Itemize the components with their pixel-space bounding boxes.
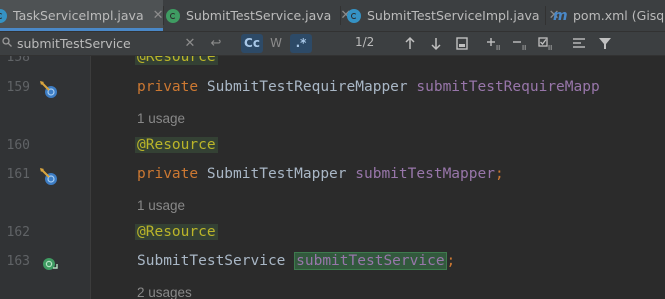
- code-line: 162 @Resource: [0, 220, 665, 249]
- search-icon: [2, 37, 12, 47]
- annotation: @Resource: [135, 224, 218, 240]
- maven-icon: m: [553, 7, 568, 24]
- usage-hint[interactable]: 2 usages: [137, 285, 192, 299]
- code-line: 159 private SubmitTestRequireMapper subm…: [0, 75, 665, 104]
- java-interface-icon: [166, 8, 180, 23]
- code-line: 160 @Resource: [0, 133, 665, 162]
- line-number: 161: [6, 167, 30, 182]
- code-line: 161 private SubmitTestMapper submitTestM…: [0, 162, 665, 191]
- search-input[interactable]: [17, 35, 197, 52]
- new-line-icon[interactable]: ↩: [208, 34, 224, 53]
- code-text: @Resource: [135, 56, 218, 65]
- keyword: private: [137, 166, 199, 182]
- add-occurrence-icon[interactable]: II: [485, 34, 503, 53]
- tab-pom-xml[interactable]: m pom.xml (GisqM: [553, 0, 665, 31]
- code-text: @Resource: [135, 224, 218, 240]
- words-toggle[interactable]: W: [268, 34, 284, 53]
- close-icon[interactable]: ✕: [153, 8, 164, 23]
- filter-context-icon[interactable]: [570, 34, 588, 53]
- code-vision-row: 1 usage: [0, 104, 665, 133]
- regex-toggle[interactable]: .*: [290, 34, 312, 53]
- line-number: 159: [6, 80, 30, 95]
- clear-search-icon[interactable]: ✕: [183, 34, 197, 53]
- semicolon: ;: [494, 166, 504, 182]
- usage-hint[interactable]: 1 usage: [137, 198, 185, 213]
- svg-text:II: II: [522, 44, 526, 52]
- tab-label: SubmitTestServiceImpl.java: [367, 8, 540, 23]
- annotation: @Resource: [135, 56, 218, 65]
- usage-hint[interactable]: 1 usage: [137, 111, 185, 126]
- java-class-icon: [347, 8, 361, 23]
- annotation: @Resource: [135, 137, 218, 153]
- tab-label: pom.xml (GisqM: [573, 8, 665, 23]
- code-text: private SubmitTestMapper submitTestMappe…: [137, 166, 504, 182]
- select-all-occurrences-icon[interactable]: II: [537, 34, 555, 53]
- bean-navigation-icon[interactable]: [38, 80, 60, 100]
- type-name: SubmitTestService: [137, 253, 286, 269]
- code-text: @Resource: [135, 137, 218, 153]
- keyword: private: [137, 79, 199, 95]
- bean-implementation-icon[interactable]: [38, 254, 60, 274]
- filter-icon[interactable]: [596, 34, 614, 53]
- remove-occurrence-icon[interactable]: II: [511, 34, 529, 53]
- arrow-up-icon[interactable]: [401, 34, 419, 53]
- arrow-down-icon[interactable]: [427, 34, 445, 53]
- search-match-highlight: submitTestService: [294, 252, 447, 270]
- code-line: 163 SubmitTestService submitTestService;: [0, 249, 665, 278]
- highlight-all-icon[interactable]: [453, 34, 471, 53]
- svg-text:II: II: [496, 44, 500, 52]
- code-vision-row: 1 usage: [0, 191, 665, 220]
- type-name: SubmitTestMapper: [206, 166, 347, 182]
- svg-text:II: II: [548, 44, 552, 52]
- find-bar: ✕ ↩ Cc W .* 1/2 II II II: [0, 32, 665, 56]
- code-line: 158 @Resource: [0, 56, 665, 74]
- line-number: 162: [6, 225, 30, 240]
- code-vision-row: 2 usages: [0, 278, 665, 299]
- bean-navigation-icon[interactable]: [38, 167, 60, 187]
- line-number: 158: [6, 56, 30, 65]
- field-name: submitTestRequireMapp: [416, 79, 600, 95]
- java-class-icon: [0, 8, 7, 23]
- editor-tab-bar: TaskServiceImpl.java ✕ SubmitTestService…: [0, 0, 665, 32]
- field-name: submitTestMapper: [355, 166, 495, 182]
- code-text: SubmitTestService submitTestService;: [137, 252, 456, 270]
- code-text: private SubmitTestRequireMapper submitTe…: [137, 79, 600, 95]
- tab-submittestserviceimpl[interactable]: SubmitTestServiceImpl.java ✕: [347, 0, 560, 31]
- tab-label: SubmitTestService.java: [186, 8, 332, 23]
- line-number: 163: [6, 254, 30, 269]
- match-case-toggle[interactable]: Cc: [241, 34, 263, 53]
- match-count: 1/2: [355, 35, 375, 49]
- tab-taskserviceimpl[interactable]: TaskServiceImpl.java ✕: [0, 0, 164, 31]
- type-name: SubmitTestRequireMapper: [206, 79, 408, 95]
- code-editor[interactable]: 158 @Resource 159 private SubmitTestRequ…: [0, 56, 665, 299]
- line-number: 160: [6, 138, 30, 153]
- tab-label: TaskServiceImpl.java: [13, 8, 144, 23]
- semicolon: ;: [446, 253, 456, 269]
- tab-submittestservice[interactable]: SubmitTestService.java ✕: [166, 0, 351, 31]
